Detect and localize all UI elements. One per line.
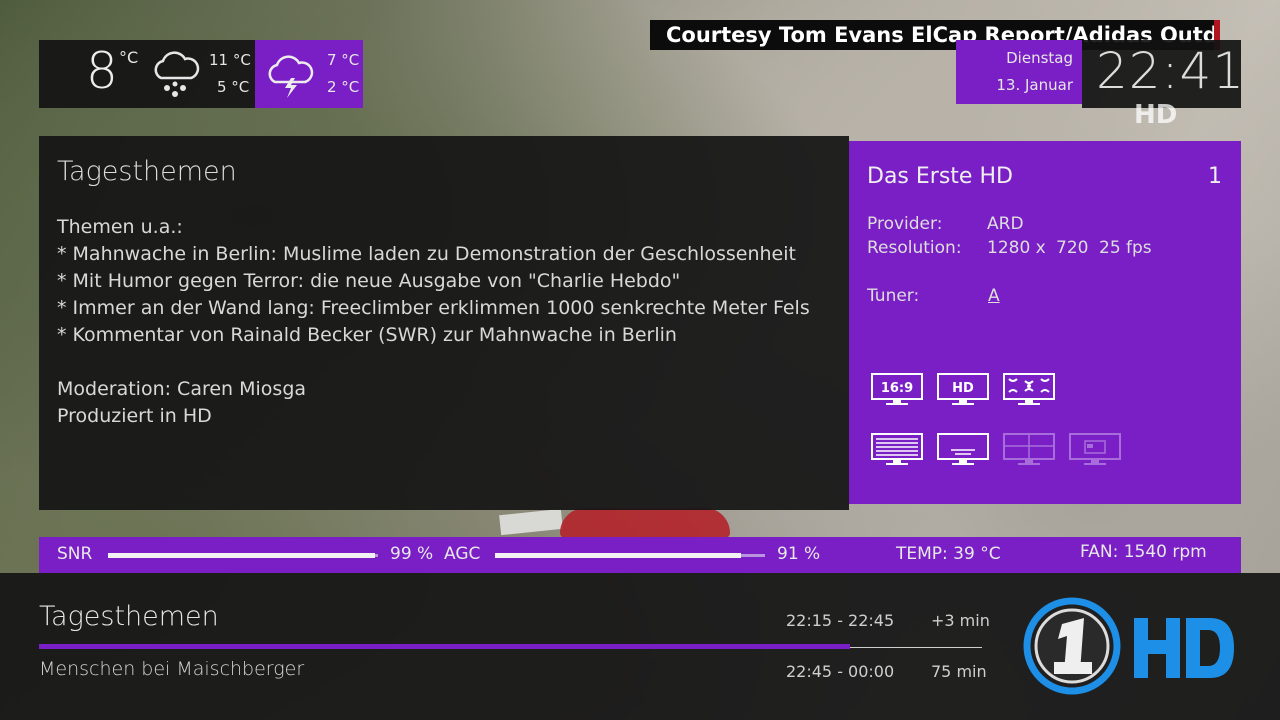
- program-description: Themen u.a.: * Mahnwache in Berlin: Musl…: [57, 214, 810, 430]
- description-line: Themen u.a.:: [57, 216, 183, 238]
- das-erste-hd-logo: [1023, 597, 1234, 695]
- description-line: [57, 349, 810, 376]
- clock: 22:41: [1096, 42, 1246, 100]
- now-program-remaining: +3 min: [931, 611, 990, 630]
- crypt-icon: [1069, 433, 1121, 465]
- multiview-icon: [1003, 433, 1055, 465]
- description-line: * Mit Humor gegen Terror: die neue Ausga…: [57, 270, 681, 292]
- hd-label: HD: [952, 381, 974, 396]
- description-line: Moderation: Caren Miosga: [57, 378, 307, 400]
- thunderstorm-cloud-icon: [268, 55, 314, 98]
- description-line: * Immer an der Wand lang: Freeclimber er…: [57, 297, 810, 319]
- today-high-temp: 11 °C: [209, 51, 251, 69]
- subtitles-icon: [937, 433, 989, 465]
- weather-forecast: 7 °C 2 °C: [255, 40, 363, 108]
- background-video-detail: [499, 508, 563, 536]
- snr-label: SNR: [57, 544, 93, 564]
- next-program-title: Menschen bei Maischberger: [39, 658, 305, 680]
- rain-cloud-icon: [154, 51, 200, 97]
- teletext-icon: [871, 433, 923, 465]
- description-line: * Mahnwache in Berlin: Muslime laden zu …: [57, 243, 796, 265]
- program-title: Tagesthemen: [57, 156, 237, 187]
- weekday: Dienstag: [1006, 49, 1073, 67]
- now-program-time: 22:15 - 22:45: [786, 611, 895, 630]
- broadcast-hd-watermark: HD: [1134, 100, 1178, 130]
- aspect-16-9-icon: 16:9: [871, 373, 923, 405]
- date: 13. Januar: [996, 76, 1073, 94]
- hd-icon: HD: [937, 373, 989, 405]
- frame-rate: 25 fps: [1099, 238, 1152, 258]
- provider-label: Provider:: [867, 214, 943, 234]
- channel-info-panel: Das Erste HD 1 Provider: ARD Resolution:…: [849, 141, 1241, 504]
- date-box: Dienstag 13. Januar: [956, 40, 1082, 104]
- tuner-value: A: [988, 286, 1000, 306]
- current-temperature: 8: [86, 42, 118, 100]
- agc-bar-fill: [495, 553, 741, 558]
- today-low-temp: 5 °C: [217, 78, 250, 96]
- aspect-label: 16:9: [881, 381, 913, 396]
- signal-status-bar: SNR 99 % AGC 91 % TEMP: 39 °C FAN: 1540 …: [39, 537, 1241, 573]
- next-program-time: 22:45 - 00:00: [786, 662, 895, 681]
- agc-label: AGC: [444, 544, 481, 564]
- epg-description-panel: Tagesthemen Themen u.a.: * Mahnwache in …: [39, 136, 849, 510]
- tuner-temperature: TEMP: 39 °C: [896, 544, 1001, 564]
- channel-name: Das Erste HD: [867, 164, 1013, 189]
- background-video-climber: [560, 508, 730, 538]
- weather-widget: 8 °C 11 °C 5 °C 7 °C 2 °C: [39, 40, 363, 108]
- tuner-label: Tuner:: [867, 286, 920, 306]
- forecast-low-temp: 2 °C: [327, 78, 360, 96]
- snr-bar-fill: [108, 553, 376, 558]
- now-program-title: Tagesthemen: [39, 601, 219, 632]
- description-line: * Kommentar von Rainald Becker (SWR) zur…: [57, 324, 677, 346]
- resolution-label: Resolution:: [867, 238, 962, 258]
- snr-value: 99 %: [390, 544, 434, 564]
- resolution-height: 720: [1056, 238, 1089, 258]
- resolution-width: 1280 x: [987, 238, 1046, 258]
- next-program-duration: 75 min: [931, 662, 987, 681]
- program-progress-fill: [39, 644, 850, 649]
- description-line: Produziert in HD: [57, 405, 212, 427]
- channel-number: 1: [1208, 164, 1222, 189]
- dolby-surround-icon: [1003, 373, 1055, 405]
- agc-value: 91 %: [777, 544, 821, 564]
- temperature-unit: °C: [119, 48, 139, 67]
- provider-value: ARD: [987, 214, 1024, 234]
- fan-speed: FAN: 1540 rpm: [1080, 542, 1207, 562]
- clock-box: 22:41: [1082, 40, 1244, 108]
- forecast-high-temp: 7 °C: [327, 51, 360, 69]
- weather-current: 8 °C 11 °C 5 °C: [39, 40, 255, 108]
